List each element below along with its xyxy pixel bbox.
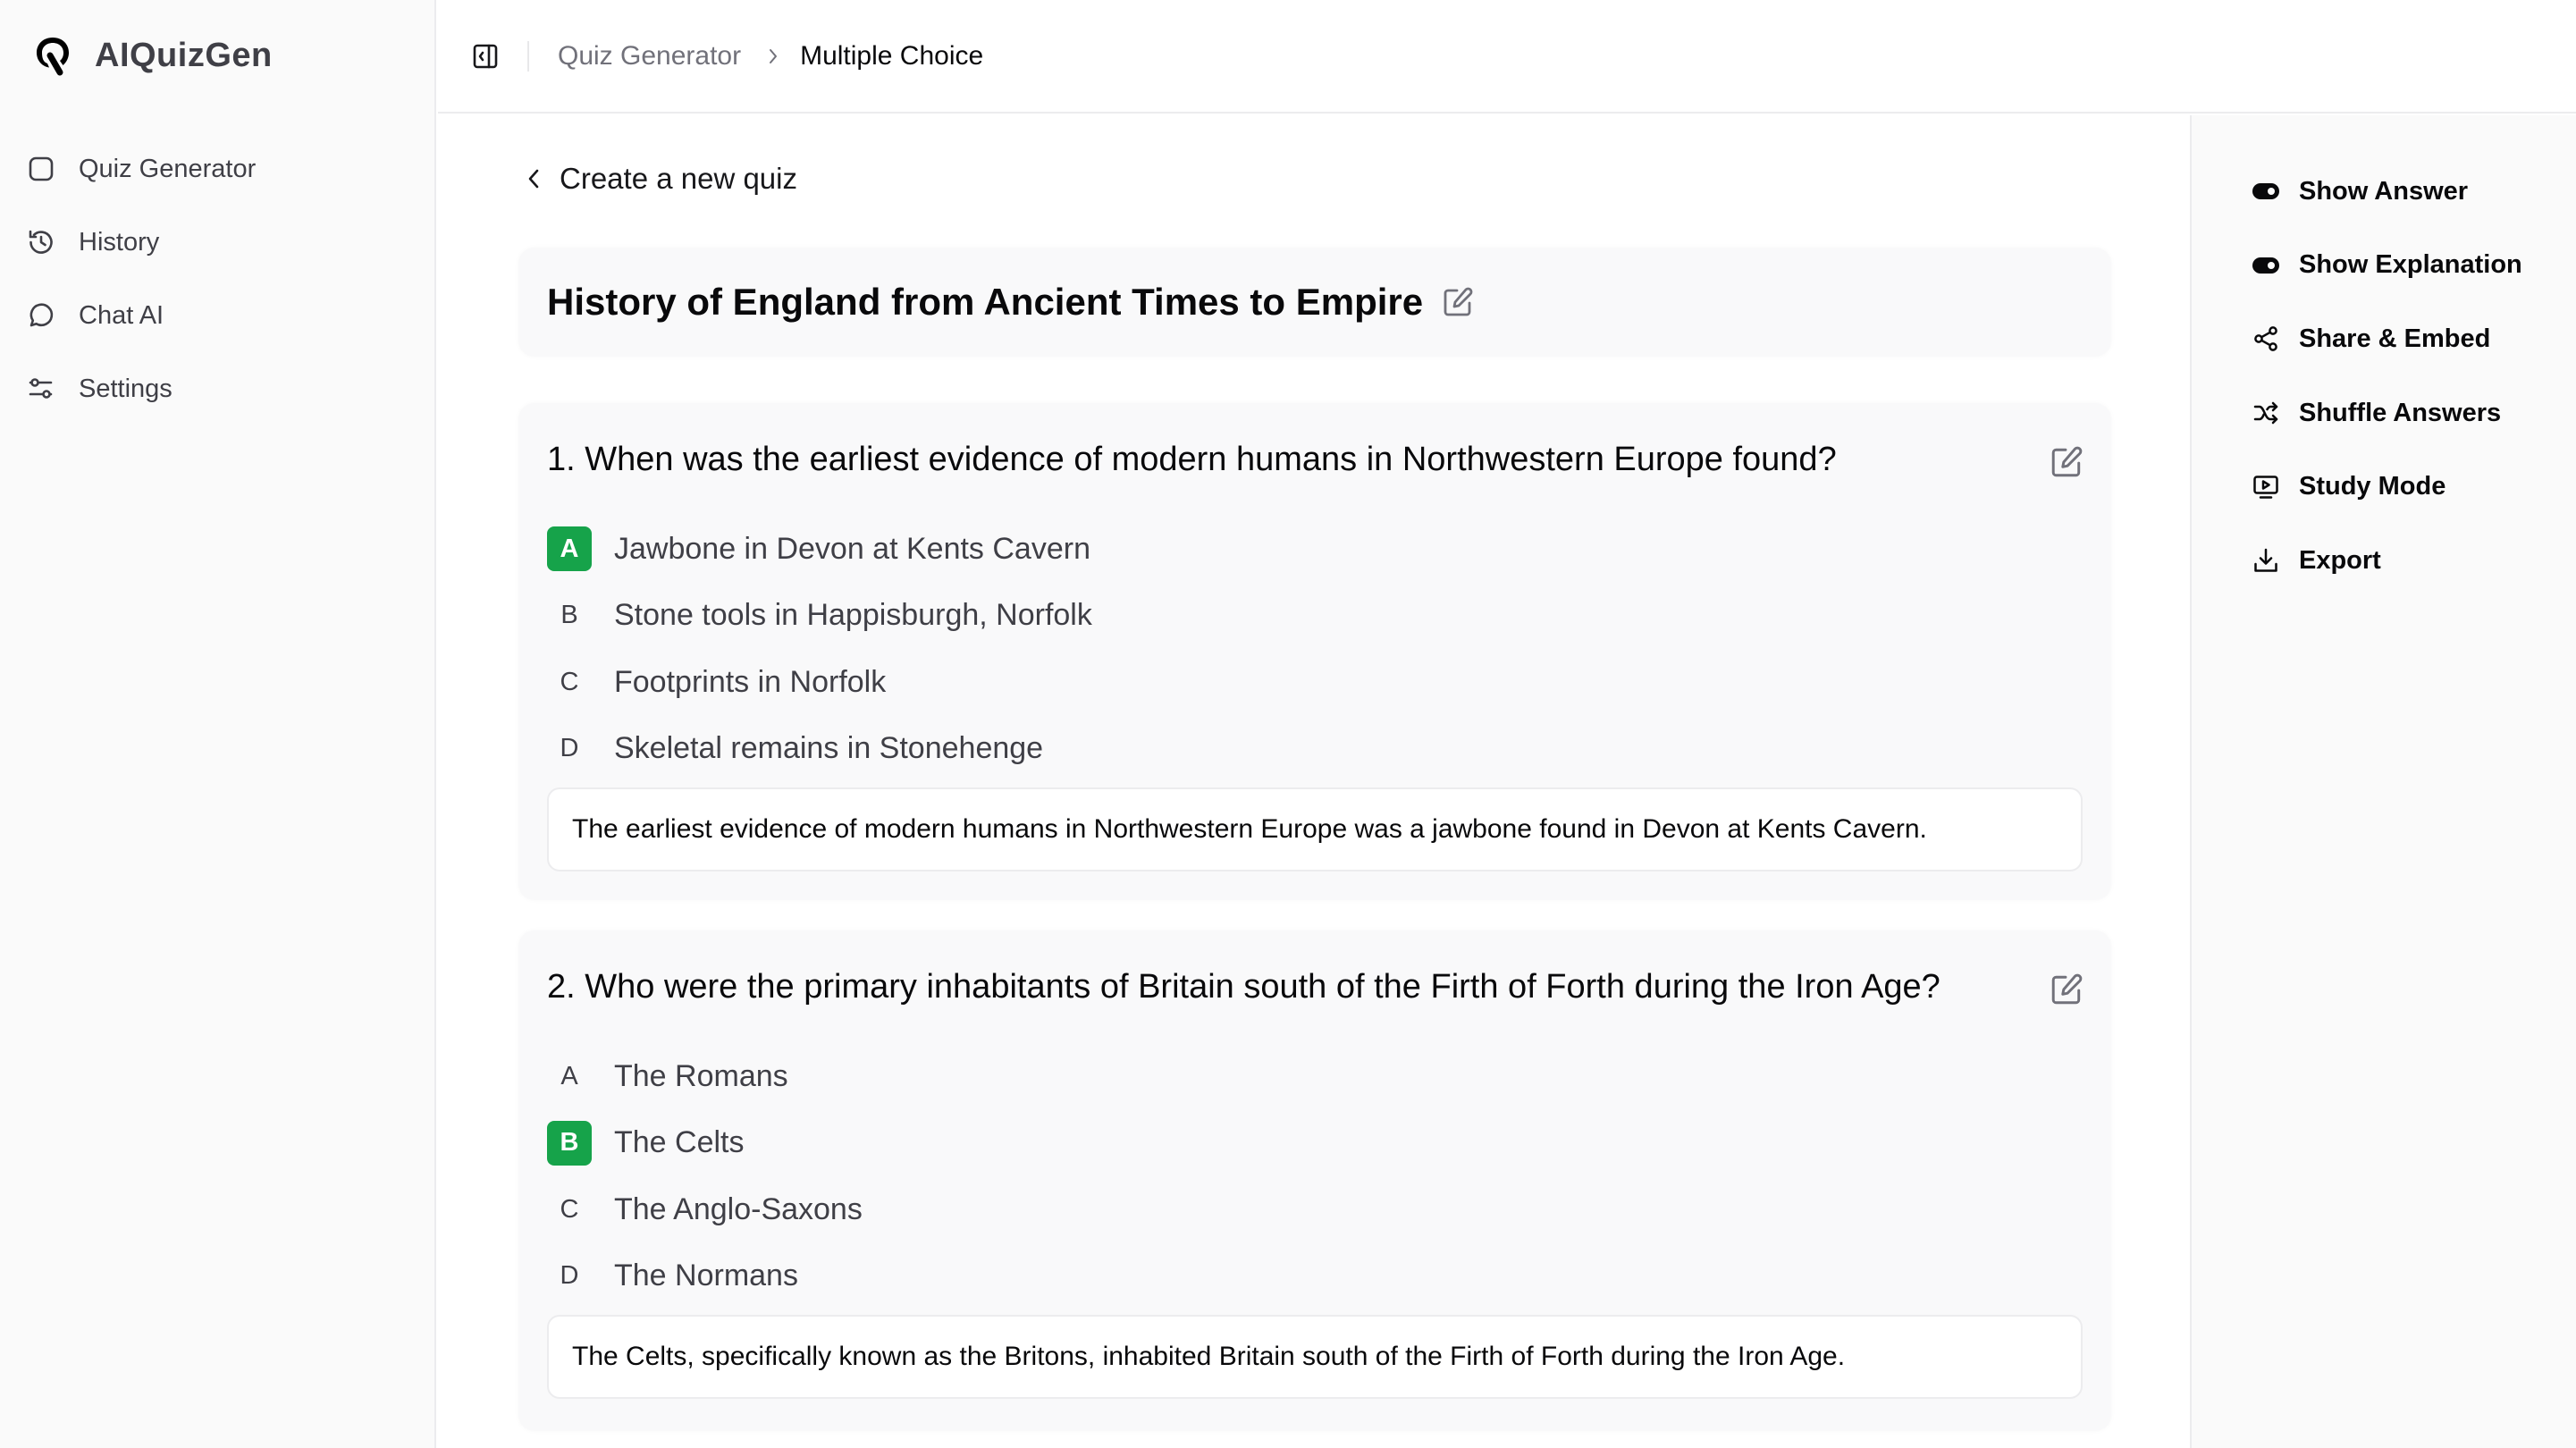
action-label: Show Explanation <box>2299 250 2522 280</box>
toggle-on-icon <box>2251 250 2281 281</box>
study-mode-button[interactable]: Study Mode <box>2251 450 2522 524</box>
quiz-title-card: History of England from Ancient Times to… <box>518 248 2111 357</box>
sidebar-item-label: Quiz Generator <box>79 154 257 183</box>
quiz-title: History of England from Ancient Times to… <box>547 281 1424 323</box>
breadcrumb-quiz-generator[interactable]: Quiz Generator <box>558 41 741 72</box>
question-text: 2. Who were the primary inhabitants of B… <box>547 968 1940 1006</box>
chevron-right-icon <box>766 46 780 67</box>
square-icon <box>27 155 55 183</box>
option-letter: D <box>560 734 579 763</box>
sidebar-item-chat-ai[interactable]: Chat AI <box>23 279 417 352</box>
brand[interactable]: AIQuizGen <box>32 32 273 79</box>
option-text: The Normans <box>614 1259 798 1293</box>
main-content: Create a new quiz History of England fro… <box>438 115 2190 1448</box>
sidebar-toggle-icon[interactable] <box>470 41 501 72</box>
monitor-play-icon <box>2251 472 2281 502</box>
actions-panel: Show Answer Show Explanation Share & Emb… <box>2190 115 2576 1448</box>
edit-question-icon[interactable] <box>2049 444 2084 480</box>
back-link[interactable]: Create a new quiz <box>524 162 797 196</box>
option-text: Stone tools in Happisburgh, Norfolk <box>614 598 1092 633</box>
option-letter: C <box>560 667 579 696</box>
explanation-box: The earliest evidence of modern humans i… <box>547 787 2083 871</box>
download-icon <box>2251 545 2281 576</box>
option-c[interactable]: C The Anglo-Saxons <box>547 1176 863 1243</box>
option-text: Footprints in Norfolk <box>614 664 887 699</box>
option-a[interactable]: A The Romans <box>547 1043 863 1110</box>
explanation-box: The Celts, specifically known as the Bri… <box>547 1315 2083 1399</box>
sidebar-item-history[interactable]: History <box>23 206 417 279</box>
option-c[interactable]: C Footprints in Norfolk <box>547 649 1092 716</box>
share-icon <box>2251 324 2281 354</box>
option-b[interactable]: B Stone tools in Happisburgh, Norfolk <box>547 583 1092 650</box>
option-text: Skeletal remains in Stonehenge <box>614 731 1044 766</box>
shuffle-answers-button[interactable]: Shuffle Answers <box>2251 376 2522 450</box>
action-label: Shuffle Answers <box>2299 398 2502 427</box>
question-text: 1. When was the earliest evidence of mod… <box>547 441 1837 478</box>
option-letter-correct: A <box>547 526 592 572</box>
edit-question-icon[interactable] <box>2049 972 2084 1007</box>
action-label: Show Answer <box>2299 176 2469 206</box>
option-text: The Romans <box>614 1058 788 1093</box>
shuffle-icon <box>2251 398 2281 428</box>
action-label: Export <box>2299 545 2381 575</box>
option-letter: D <box>560 1261 579 1291</box>
sidebar-item-label: History <box>79 227 160 257</box>
option-letter: C <box>560 1194 579 1224</box>
top-header: Quiz Generator Multiple Choice <box>438 0 2576 114</box>
show-explanation-toggle[interactable]: Show Explanation <box>2251 229 2522 303</box>
options-list: A Jawbone in Devon at Kents Cavern B Sto… <box>547 516 1092 782</box>
q-logo-icon <box>32 33 73 78</box>
toggle-on-icon <box>2251 176 2281 206</box>
question-card: 1. When was the earliest evidence of mod… <box>518 403 2111 900</box>
sidebar-item-settings[interactable]: Settings <box>23 352 417 425</box>
action-label: Study Mode <box>2299 472 2446 501</box>
app-name: AIQuizGen <box>95 36 273 74</box>
option-a[interactable]: A Jawbone in Devon at Kents Cavern <box>547 516 1092 583</box>
breadcrumb-current: Multiple Choice <box>800 40 984 71</box>
chevron-left-icon <box>524 164 543 193</box>
export-button[interactable]: Export <box>2251 524 2522 598</box>
question-card: 2. Who were the primary inhabitants of B… <box>518 930 2111 1431</box>
action-label: Share & Embed <box>2299 324 2491 353</box>
chat-bubble-icon <box>27 301 55 330</box>
option-letter: B <box>560 601 578 630</box>
option-d[interactable]: D The Normans <box>547 1243 863 1310</box>
show-answer-toggle[interactable]: Show Answer <box>2251 155 2522 229</box>
option-text: Jawbone in Devon at Kents Cavern <box>614 531 1090 566</box>
option-text: The Anglo-Saxons <box>614 1191 863 1226</box>
option-letter-correct: B <box>547 1120 592 1166</box>
sidebar-item-label: Chat AI <box>79 300 164 330</box>
sidebar-item-quiz-generator[interactable]: Quiz Generator <box>23 132 417 206</box>
option-text: The Celts <box>614 1125 745 1160</box>
sidebar: AIQuizGen Quiz Generator History Chat AI <box>0 0 436 1448</box>
history-icon <box>27 228 55 257</box>
sidebar-nav: Quiz Generator History Chat AI Settings <box>23 132 417 425</box>
back-link-label: Create a new quiz <box>560 162 797 195</box>
share-embed-button[interactable]: Share & Embed <box>2251 302 2522 376</box>
edit-icon[interactable] <box>1441 285 1475 319</box>
option-letter: A <box>560 1061 578 1090</box>
option-d[interactable]: D Skeletal remains in Stonehenge <box>547 716 1092 783</box>
breadcrumb: Quiz Generator Multiple Choice <box>529 41 983 72</box>
option-b[interactable]: B The Celts <box>547 1110 863 1177</box>
options-list: A The Romans B The Celts C The Anglo-Sax… <box>547 1043 863 1309</box>
sidebar-item-label: Settings <box>79 374 173 403</box>
sliders-icon <box>27 375 55 403</box>
